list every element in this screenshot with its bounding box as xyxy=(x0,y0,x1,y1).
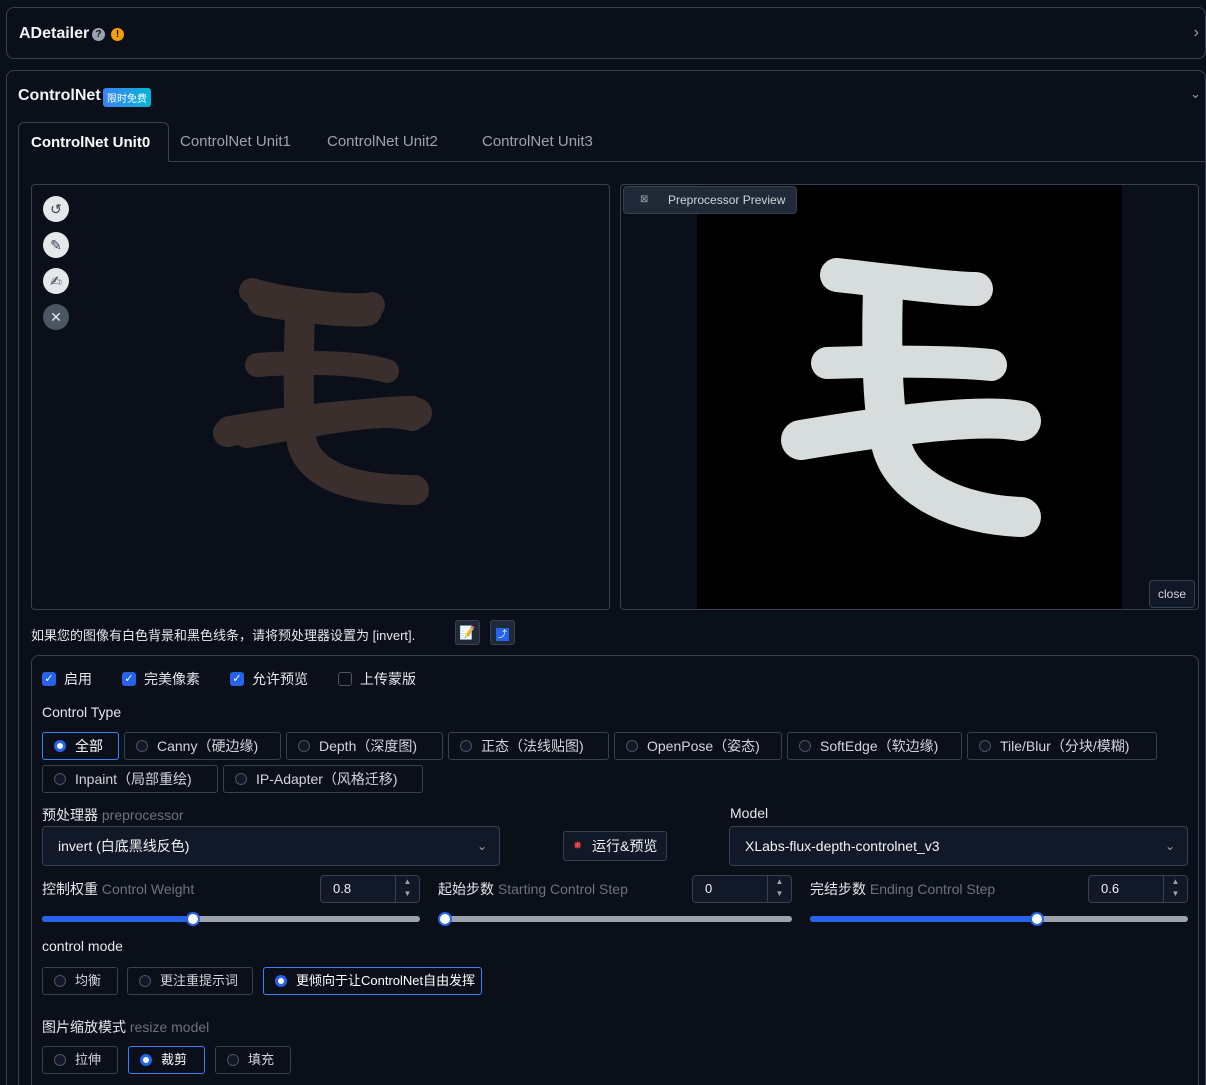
free-badge: 限时免费 xyxy=(103,88,151,107)
warning-icon: ! xyxy=(111,28,124,41)
pixel-perfect-checkbox[interactable]: ✓ 完美像素 xyxy=(122,670,200,688)
run-preview-button[interactable]: ✸ 运行&预览 xyxy=(563,831,667,861)
tab-unit2[interactable]: ControlNet Unit2 xyxy=(327,122,438,162)
stepper-icon[interactable]: ▲ ▼ xyxy=(767,876,791,902)
stepper-icon[interactable]: ▲ ▼ xyxy=(395,876,419,902)
controlnet-title: ControlNet xyxy=(18,87,101,104)
upload-mask-checkbox[interactable]: 上传蒙版 xyxy=(338,670,416,688)
tab-unit3[interactable]: ControlNet Unit3 xyxy=(482,122,593,162)
control-type-inpaint[interactable]: Inpaint（局部重绘) xyxy=(42,765,218,793)
control-weight-input[interactable]: 0.8 ▲ ▼ xyxy=(320,875,420,903)
chevron-down-icon[interactable]: ⌄ xyxy=(1190,86,1201,102)
undo-icon[interactable]: ↺ xyxy=(43,196,69,222)
chevron-down-icon: ⌄ xyxy=(1164,839,1175,853)
preview-label: Preprocessor Preview xyxy=(668,193,786,207)
image-icon: ⊠ xyxy=(640,194,649,205)
enable-checkbox[interactable]: ✓ 启用 xyxy=(42,670,92,688)
close-button[interactable]: close xyxy=(1149,580,1195,608)
control-weight-label: 控制权重 Control Weight xyxy=(42,881,195,897)
preprocessor-label: 预处理器 preprocessor xyxy=(42,807,184,823)
model-label: Model xyxy=(730,805,769,821)
resize-stretch[interactable]: 拉伸 xyxy=(42,1046,118,1074)
starting-step-label: 起始步数 Starting Control Step xyxy=(438,881,628,897)
chevron-right-icon[interactable]: › xyxy=(1194,24,1199,42)
preview-canvas: ⊠ Preprocessor Preview close xyxy=(620,184,1199,610)
invert-hint: 如果您的图像有白色背景和黑色线条，请将预处理器设置为 [invert]. xyxy=(31,628,416,643)
control-mode-prompt[interactable]: 更注重提示词 xyxy=(127,967,253,995)
preview-image xyxy=(697,185,1122,609)
ending-step-slider[interactable] xyxy=(810,912,1188,926)
upload-arrow-icon[interactable]: ⤴ xyxy=(490,620,515,645)
preview-label-tab: ⊠ Preprocessor Preview xyxy=(623,186,797,214)
control-weight-slider[interactable] xyxy=(42,912,420,926)
explosion-icon: ✸ xyxy=(573,840,583,852)
control-type-ip-adapter[interactable]: IP-Adapter（风格迁移) xyxy=(223,765,423,793)
adetailer-title: ADetailer xyxy=(19,25,90,42)
draw-icon[interactable]: ✍ xyxy=(43,268,69,294)
ending-step-label: 完结步数 Ending Control Step xyxy=(810,881,996,897)
resize-fill[interactable]: 填充 xyxy=(215,1046,291,1074)
model-select[interactable]: XLabs-flux-depth-controlnet_v3 ⌄ xyxy=(729,826,1188,866)
chevron-down-icon: ⌄ xyxy=(476,839,487,853)
resize-crop[interactable]: 裁剪 xyxy=(128,1046,205,1074)
control-type-all[interactable]: 全部 xyxy=(42,732,119,760)
tab-unit0[interactable]: ControlNet Unit0 xyxy=(18,122,169,162)
edit-icon[interactable]: ✎ xyxy=(43,232,69,258)
control-type-normal[interactable]: 正态（法线贴图) xyxy=(448,732,609,760)
slider-thumb[interactable] xyxy=(1029,912,1044,926)
notes-icon[interactable]: 📝 xyxy=(455,620,480,645)
stepper-icon[interactable]: ▲ ▼ xyxy=(1163,876,1187,902)
control-type-tile[interactable]: Tile/Blur（分块/模糊) xyxy=(967,732,1157,760)
ending-step-input[interactable]: 0.6 ▲ ▼ xyxy=(1088,875,1188,903)
preprocessor-select[interactable]: invert (白底黑线反色) ⌄ xyxy=(42,826,500,866)
clear-icon[interactable]: ✕ xyxy=(43,304,69,330)
resize-mode-label: 图片缩放模式 resize model xyxy=(42,1019,210,1035)
question-icon[interactable]: ? xyxy=(92,28,105,41)
input-image xyxy=(213,278,432,505)
starting-step-input[interactable]: 0 ▲ ▼ xyxy=(692,875,792,903)
control-mode-label: control mode xyxy=(42,938,123,954)
control-type-depth[interactable]: Depth（深度图) xyxy=(286,732,443,760)
slider-thumb[interactable] xyxy=(438,912,452,926)
control-type-softedge[interactable]: SoftEdge（软边缘) xyxy=(787,732,962,760)
tab-unit1[interactable]: ControlNet Unit1 xyxy=(180,122,291,162)
control-type-label: Control Type xyxy=(42,704,122,720)
control-mode-controlnet[interactable]: 更倾向于让ControlNet自由发挥 xyxy=(263,967,482,995)
control-type-canny[interactable]: Canny（硬边缘) xyxy=(124,732,281,760)
adetailer-panel[interactable]: ADetailer ? ! › xyxy=(6,7,1206,59)
starting-step-slider[interactable] xyxy=(438,912,792,926)
allow-preview-checkbox[interactable]: ✓ 允许预览 xyxy=(230,670,308,688)
input-image-canvas[interactable] xyxy=(31,184,610,610)
tab-content-border xyxy=(18,161,19,1085)
control-type-openpose[interactable]: OpenPose（姿态) xyxy=(614,732,782,760)
control-mode-balanced[interactable]: 均衡 xyxy=(42,967,118,995)
